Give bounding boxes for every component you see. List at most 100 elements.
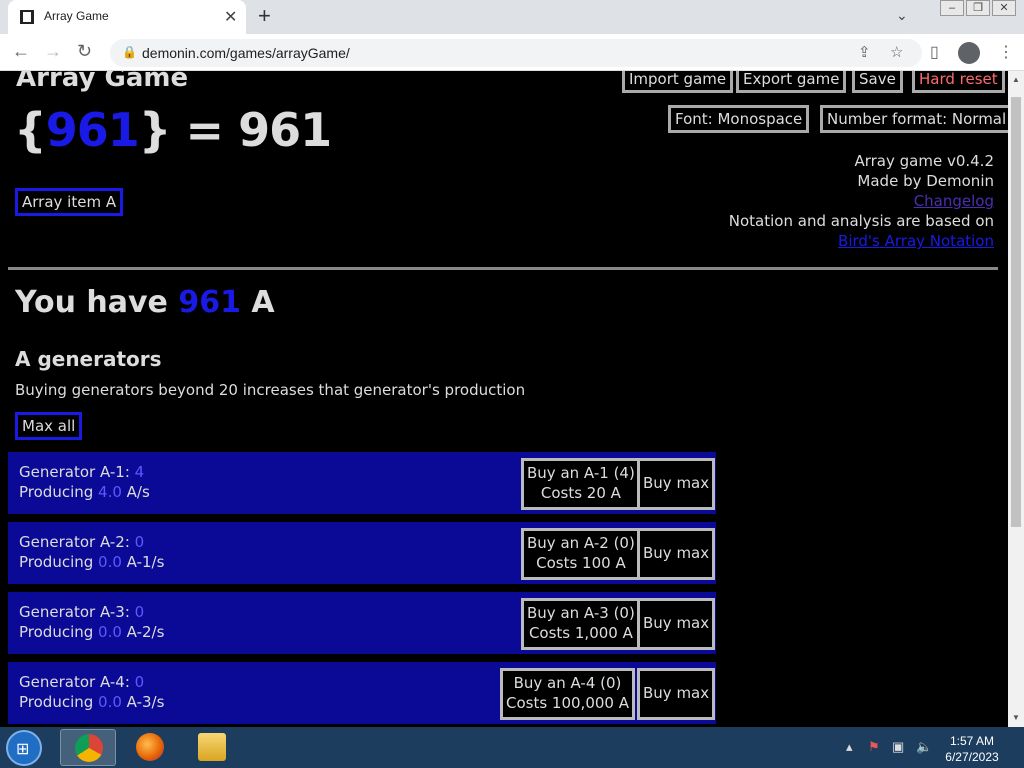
import-game-button[interactable]: Import game bbox=[622, 71, 734, 93]
windows-taskbar: ⊞ ▴ ⚑ ▣ 🔈 1:57 AM 6/27/2023 bbox=[0, 727, 1024, 768]
generators-heading: A generators bbox=[15, 347, 162, 371]
max-all-button[interactable]: Max all bbox=[15, 412, 83, 440]
clock-date: 6/27/2023 bbox=[945, 750, 999, 764]
minimize-icon[interactable]: – bbox=[940, 0, 964, 16]
scroll-down-icon[interactable]: ▼ bbox=[1012, 713, 1020, 722]
production-rate: 0.0 bbox=[98, 553, 122, 571]
buy-cost: Costs 100,000 A bbox=[506, 694, 629, 712]
back-arrow-icon[interactable]: ← bbox=[12, 41, 30, 62]
production-rate: 4.0 bbox=[98, 483, 122, 501]
system-clock[interactable]: 1:57 AM 6/27/2023 bbox=[940, 733, 1004, 765]
chrome-icon bbox=[75, 734, 103, 762]
buy-label: Buy an A-4 (0) bbox=[513, 674, 622, 692]
buy-generator-button[interactable]: Buy an A-2 (0) Costs 100 A bbox=[521, 528, 641, 580]
you-have-suffix: A bbox=[240, 285, 275, 320]
buy-max-button[interactable]: Buy max bbox=[637, 598, 716, 650]
window-controls: – ❐ ✕ bbox=[938, 0, 1016, 18]
buy-generator-button[interactable]: Buy an A-1 (4) Costs 20 A bbox=[521, 458, 641, 510]
browser-tab-bar: Array Game ✕ + ⌄ – ❐ ✕ bbox=[0, 0, 1024, 34]
array-value: 961 bbox=[45, 103, 140, 157]
font-button[interactable]: Font: Monospace bbox=[668, 105, 810, 133]
site-favicon-icon bbox=[20, 10, 34, 24]
export-game-button[interactable]: Export game bbox=[736, 71, 847, 93]
firefox-icon bbox=[136, 733, 164, 761]
buy-max-button[interactable]: Buy max bbox=[637, 528, 716, 580]
notation-note: Notation and analysis are based on bbox=[728, 212, 994, 230]
production-unit: A-2/s bbox=[121, 623, 165, 641]
buy-cost: Costs 20 A bbox=[540, 484, 621, 502]
taskbar-explorer[interactable] bbox=[184, 729, 240, 766]
reload-icon[interactable]: ↻ bbox=[77, 41, 92, 62]
scroll-thumb[interactable] bbox=[1011, 97, 1021, 527]
generators-note: Buying generators beyond 20 increases th… bbox=[15, 381, 526, 399]
birds-array-notation-link[interactable]: Bird's Array Notation bbox=[729, 231, 994, 251]
buy-label: Buy an A-1 (4) bbox=[527, 464, 635, 482]
window-close-icon[interactable]: ✕ bbox=[992, 0, 1016, 16]
generator-name: Generator A-3: bbox=[19, 603, 135, 621]
producing-label: Producing bbox=[19, 553, 99, 571]
buy-cost: Costs 100 A bbox=[536, 554, 626, 572]
new-tab-icon[interactable]: + bbox=[258, 3, 271, 29]
tab-search-chevron-icon[interactable]: ⌄ bbox=[896, 7, 908, 24]
share-icon[interactable]: ⇪ bbox=[858, 43, 871, 61]
forward-arrow-icon[interactable]: → bbox=[44, 41, 62, 62]
bookmark-star-icon[interactable]: ☆ bbox=[890, 43, 903, 61]
tab-close-icon[interactable]: ✕ bbox=[224, 7, 237, 27]
changelog-link[interactable]: Changelog bbox=[729, 191, 994, 211]
generator-row: Generator A-3: 0 Producing 0.0 A-2/s Buy… bbox=[8, 592, 716, 654]
action-center-icon[interactable]: ⚑ bbox=[868, 739, 880, 755]
array-item-a-button[interactable]: Array item A bbox=[15, 188, 124, 216]
buy-label: Buy an A-2 (0) bbox=[527, 534, 635, 552]
address-bar[interactable]: 🔒 demonin.com/games/arrayGame/ ⇪ ☆ bbox=[110, 39, 922, 67]
buy-generator-button[interactable]: Buy an A-4 (0) Costs 100,000 A bbox=[500, 668, 635, 720]
taskbar-firefox[interactable] bbox=[122, 729, 178, 766]
profile-avatar-icon[interactable] bbox=[958, 42, 980, 64]
url-text[interactable]: demonin.com/games/arrayGame/ bbox=[142, 45, 350, 61]
taskbar-chrome[interactable] bbox=[60, 729, 116, 766]
a-amount: 961 bbox=[178, 285, 241, 320]
array-display: {961} = 961 bbox=[14, 103, 332, 157]
menu-kebab-icon[interactable]: ⋮ bbox=[998, 42, 1014, 62]
scroll-up-icon[interactable]: ▲ bbox=[1012, 75, 1020, 84]
generator-count: 0 bbox=[134, 673, 145, 691]
hard-reset-button[interactable]: Hard reset bbox=[912, 71, 1005, 93]
array-result: } = 961 bbox=[138, 103, 332, 157]
game-title: Array Game bbox=[16, 71, 189, 93]
production-unit: A/s bbox=[121, 483, 150, 501]
browser-tab[interactable]: Array Game ✕ bbox=[8, 0, 246, 34]
tray-arrow-icon[interactable]: ▴ bbox=[846, 739, 853, 755]
generator-name: Generator A-4: bbox=[19, 673, 135, 691]
clock-time: 1:57 AM bbox=[949, 734, 995, 748]
generator-row: Generator A-4: 0 Producing 0.0 A-3/s Buy… bbox=[8, 662, 716, 724]
producing-label: Producing bbox=[19, 693, 99, 711]
producing-label: Producing bbox=[19, 623, 99, 641]
production-unit: A-1/s bbox=[121, 553, 165, 571]
buy-cost: Costs 1,000 A bbox=[528, 624, 633, 642]
side-panel-icon[interactable]: ▯ bbox=[930, 42, 939, 62]
windows-logo-icon: ⊞ bbox=[16, 741, 30, 758]
producing-label: Producing bbox=[19, 483, 99, 501]
you-have-prefix: You have bbox=[15, 285, 179, 320]
volume-muted-icon[interactable]: 🔈 bbox=[916, 739, 932, 755]
network-icon[interactable]: ▣ bbox=[892, 739, 904, 755]
buy-label: Buy an A-3 (0) bbox=[527, 604, 635, 622]
generator-row: Generator A-1: 4 Producing 4.0 A/s Buy a… bbox=[8, 452, 716, 514]
restore-icon[interactable]: ❐ bbox=[966, 0, 990, 16]
you-have-amount: You have 961 A bbox=[15, 285, 275, 320]
save-button[interactable]: Save bbox=[852, 71, 903, 93]
start-button[interactable]: ⊞ bbox=[6, 730, 42, 766]
production-unit: A-3/s bbox=[121, 693, 165, 711]
buy-max-button[interactable]: Buy max bbox=[637, 668, 716, 720]
array-open: { bbox=[14, 103, 47, 157]
game-page: Array Game {961} = 961 Array item A Impo… bbox=[0, 71, 1008, 727]
tab-title: Array Game bbox=[44, 9, 109, 23]
buy-generator-button[interactable]: Buy an A-3 (0) Costs 1,000 A bbox=[521, 598, 641, 650]
production-rate: 0.0 bbox=[98, 623, 122, 641]
generator-info: Generator A-1: 4 Producing 4.0 A/s bbox=[19, 462, 150, 502]
generator-count: 0 bbox=[134, 603, 145, 621]
lock-icon[interactable]: 🔒 bbox=[122, 45, 137, 59]
generator-name: Generator A-1: bbox=[19, 463, 135, 481]
buy-max-button[interactable]: Buy max bbox=[637, 458, 716, 510]
page-scrollbar[interactable]: ▲ ▼ bbox=[1008, 71, 1024, 727]
number-format-button[interactable]: Number format: Normal bbox=[820, 105, 1008, 133]
